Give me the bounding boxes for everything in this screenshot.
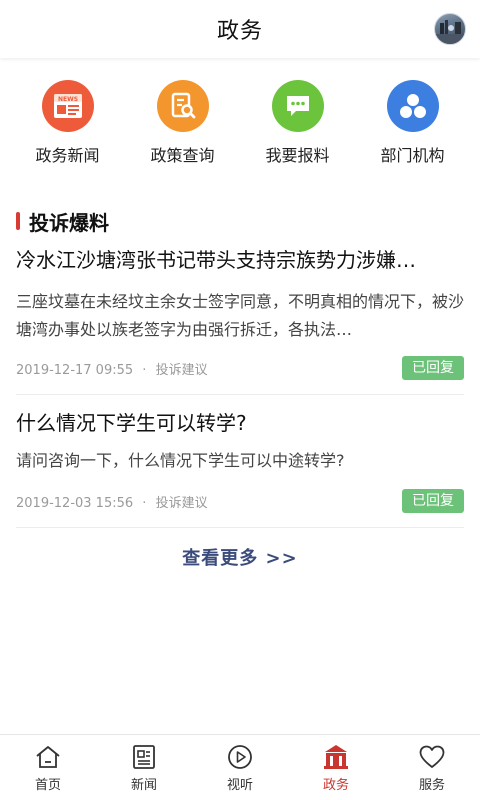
list-item[interactable]: 什么情况下学生可以转学? 请问咨询一下，什么情况下学生可以中途转学? 2019-… [16, 395, 464, 528]
tab-label: 新闻 [130, 777, 157, 793]
meta-separator: · [142, 362, 147, 378]
department-icon [386, 80, 439, 132]
tab-label: 服务 [418, 777, 445, 793]
tab-news[interactable]: 新闻 [99, 743, 189, 793]
tab-label: 首页 [34, 777, 61, 793]
policy-search-icon [156, 80, 209, 132]
page-title: 政务 [216, 19, 263, 44]
government-building-icon [324, 744, 348, 769]
tab-government[interactable]: 政务 [291, 743, 381, 793]
heart-icon [419, 745, 445, 768]
item-date: 2019-12-17 09:55 [16, 362, 134, 378]
item-meta: 2019-12-03 15:56 · 投诉建议 已回复 [16, 489, 464, 513]
item-summary: 请问咨询一下，什么情况下学生可以中途转学? [16, 451, 345, 470]
quick-link-label: 我要报料 [265, 146, 330, 165]
quick-link-label: 政务新闻 [35, 146, 100, 165]
top-bar: 政务 [0, 0, 480, 58]
view-more-link[interactable]: 查看更多 >> [0, 544, 480, 570]
section-header: 投诉爆料 [16, 208, 109, 235]
item-date: 2019-12-03 15:56 [16, 495, 134, 511]
tab-label: 政务 [322, 777, 349, 793]
quick-link-gov-news[interactable]: NEWS 政务新闻 [13, 80, 123, 170]
tab-home[interactable]: 首页 [3, 743, 93, 793]
newspaper-icon [133, 744, 155, 769]
chat-bubble-icon [271, 80, 324, 132]
svg-text:NEWS: NEWS [57, 96, 77, 103]
status-badge: 已回复 [402, 356, 464, 380]
item-title: 冷水江沙塘湾张书记带头支持宗族势力涉嫌… [16, 248, 416, 272]
tab-label: 视听 [226, 777, 253, 793]
quick-links: NEWS 政务新闻 政策查询 我要报料 部门机构 [0, 80, 480, 170]
avatar[interactable] [434, 13, 466, 45]
play-icon [228, 744, 252, 769]
item-title: 什么情况下学生可以转学? [16, 411, 247, 435]
item-meta-text: 2019-12-03 15:56 · 投诉建议 [16, 492, 208, 511]
section-title: 投诉爆料 [29, 210, 109, 235]
complaint-list: 冷水江沙塘湾张书记带头支持宗族势力涉嫌… 三座坟墓在未经坟主余女士签字同意，不明… [16, 240, 464, 528]
news-icon: NEWS [41, 80, 94, 132]
status-badge: 已回复 [402, 489, 464, 513]
bottom-tab-bar: 首页 新闻 视听 政务 服务 [0, 734, 480, 800]
item-category: 投诉建议 [155, 362, 208, 378]
avatar-image [435, 20, 465, 44]
quick-link-report[interactable]: 我要报料 [243, 80, 353, 170]
quick-link-label: 部门机构 [380, 146, 445, 165]
item-summary: 三座坟墓在未经坟主余女士签字同意，不明真相的情况下，被沙塘湾办事处以族老签字为由… [16, 292, 464, 339]
tab-services[interactable]: 服务 [387, 743, 477, 793]
section-accent-bar [16, 212, 20, 230]
list-item[interactable]: 冷水江沙塘湾张书记带头支持宗族势力涉嫌… 三座坟墓在未经坟主余女士签字同意，不明… [16, 240, 464, 395]
quick-link-policy-search[interactable]: 政策查询 [128, 80, 238, 170]
tab-media[interactable]: 视听 [195, 743, 285, 793]
item-category: 投诉建议 [155, 495, 208, 511]
item-meta-text: 2019-12-17 09:55 · 投诉建议 [16, 359, 208, 378]
item-meta: 2019-12-17 09:55 · 投诉建议 已回复 [16, 356, 464, 380]
home-icon [36, 745, 60, 768]
quick-link-departments[interactable]: 部门机构 [358, 80, 468, 170]
quick-link-label: 政策查询 [150, 146, 215, 165]
meta-separator: · [142, 495, 147, 511]
